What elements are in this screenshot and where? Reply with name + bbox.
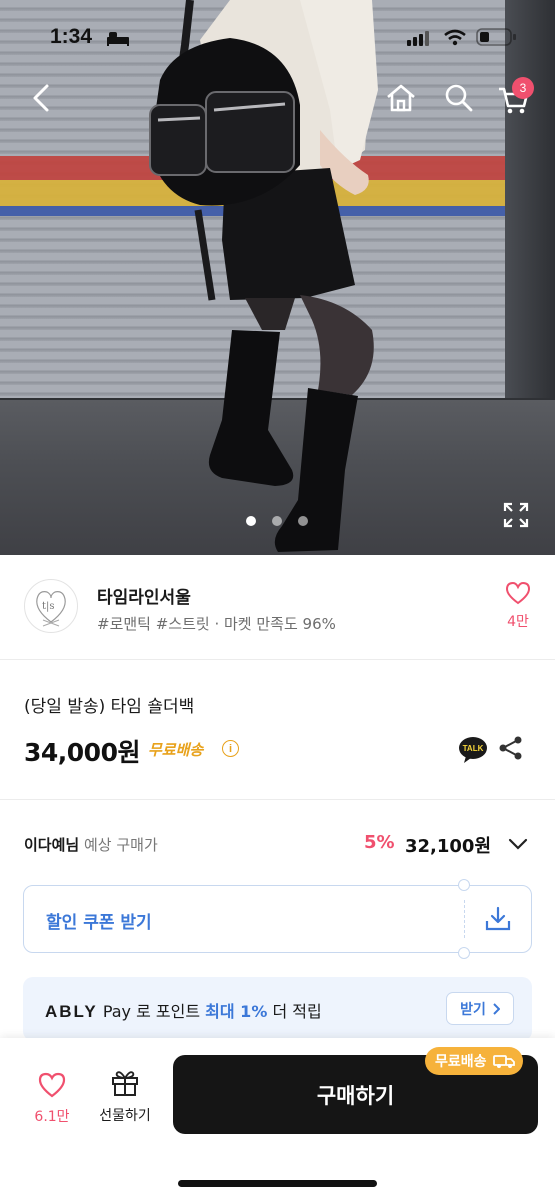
status-bar: 1:34 — [0, 0, 555, 70]
coupon-download-button[interactable]: 할인 쿠폰 받기 — [23, 879, 532, 959]
cart-badge: 3 — [512, 77, 534, 99]
product-price: 34,000원 — [24, 738, 140, 767]
pay-highlight: 최대 1% — [205, 1002, 268, 1021]
coupon-label: 할인 쿠폰 받기 — [46, 913, 152, 933]
home-indicator — [178, 1180, 377, 1187]
download-icon — [485, 906, 511, 931]
member-name: 이다예님 — [24, 836, 80, 854]
member-discount: 5% — [364, 832, 395, 853]
carousel-dot[interactable] — [272, 516, 282, 526]
pay-text-before: 로 포인트 — [136, 1002, 201, 1021]
gift-label: 선물하기 — [99, 1108, 151, 1124]
talk-icon: TALK — [459, 737, 487, 763]
receive-button-label: 받기 — [460, 1001, 486, 1018]
kakao-talk-button[interactable]: TALK — [458, 736, 488, 768]
fullscreen-button[interactable] — [503, 502, 529, 532]
expand-toggle[interactable] — [508, 836, 528, 855]
pay-text-after: 더 적립 — [272, 1002, 322, 1021]
chevron-left-icon — [33, 84, 49, 112]
ably-pay-banner[interactable]: ABLY Pay 로 포인트 최대 1% 더 적립 받기 — [23, 977, 532, 1041]
heart-icon — [505, 581, 531, 605]
carousel-indicator — [246, 516, 308, 526]
ably-logo: ABLY — [45, 1002, 98, 1021]
store-info[interactable]: t|s 타임라인서울 #로맨틱 #스트릿 · 마켓 만족도 96% 4만 — [0, 555, 555, 660]
bottom-action-bar: 6.1만 선물하기 구매하기 무료배송 — [0, 1038, 555, 1200]
chevron-right-icon — [493, 1002, 500, 1015]
store-like-button[interactable]: 4만 — [500, 581, 536, 631]
share-button[interactable] — [498, 735, 524, 765]
like-count: 6.1만 — [34, 1109, 70, 1125]
wifi-icon — [444, 29, 466, 46]
heart-icon — [38, 1072, 66, 1098]
expected-price-caption: 예상 구매가 — [83, 836, 158, 854]
search-icon — [445, 84, 473, 112]
free-shipping-badge: 무료배송 — [425, 1047, 523, 1075]
expand-icon — [503, 502, 529, 528]
truck-icon — [492, 1055, 515, 1068]
store-logo[interactable]: t|s — [24, 579, 78, 633]
receive-button[interactable]: 받기 — [446, 992, 514, 1025]
download-button[interactable] — [484, 906, 512, 936]
gift-icon — [112, 1071, 138, 1096]
svg-text:t|s: t|s — [42, 601, 55, 612]
battery-icon — [476, 28, 516, 46]
search-button[interactable] — [442, 82, 476, 114]
chevron-down-icon — [508, 838, 528, 850]
share-icon — [499, 736, 522, 760]
free-shipping-label: 무료배송 — [148, 741, 204, 759]
carousel-dot[interactable] — [298, 516, 308, 526]
member-price: 32,100원 — [405, 836, 492, 857]
ship-badge-label: 무료배송 — [435, 1054, 487, 1070]
carousel-dot[interactable] — [246, 516, 256, 526]
like-button[interactable]: 6.1만 — [28, 1072, 76, 1126]
home-icon — [387, 84, 415, 112]
gift-button[interactable]: 선물하기 — [94, 1069, 156, 1125]
member-price-label: 이다예님 예상 구매가 — [24, 834, 158, 855]
store-logo-mark: t|s — [36, 591, 66, 627]
store-tags: #로맨틱 #스트릿 · 마켓 만족도 96% — [97, 615, 336, 633]
home-button[interactable] — [384, 82, 418, 114]
bed-icon — [107, 32, 129, 46]
product-title: (당일 발송) 타임 숄더백 — [24, 697, 195, 717]
product-image-carousel[interactable]: 1:34 3 — [0, 0, 555, 555]
info-icon[interactable]: i — [222, 740, 239, 757]
product-summary: (당일 발송) 타임 숄더백 34,000원 무료배송 i TALK — [0, 660, 555, 800]
member-expected-price[interactable]: 이다예님 예상 구매가 5% 32,100원 — [0, 800, 555, 885]
store-like-count: 4만 — [507, 614, 529, 630]
back-button[interactable] — [26, 82, 56, 114]
pay-word: Pay — [102, 1002, 132, 1021]
cellular-signal-icon — [407, 31, 429, 46]
ably-pay-text: ABLY Pay 로 포인트 최대 1% 더 적립 — [45, 998, 322, 1022]
store-name[interactable]: 타임라인서울 — [97, 583, 191, 608]
svg-text:TALK: TALK — [463, 744, 484, 753]
status-time: 1:34 — [50, 25, 93, 48]
